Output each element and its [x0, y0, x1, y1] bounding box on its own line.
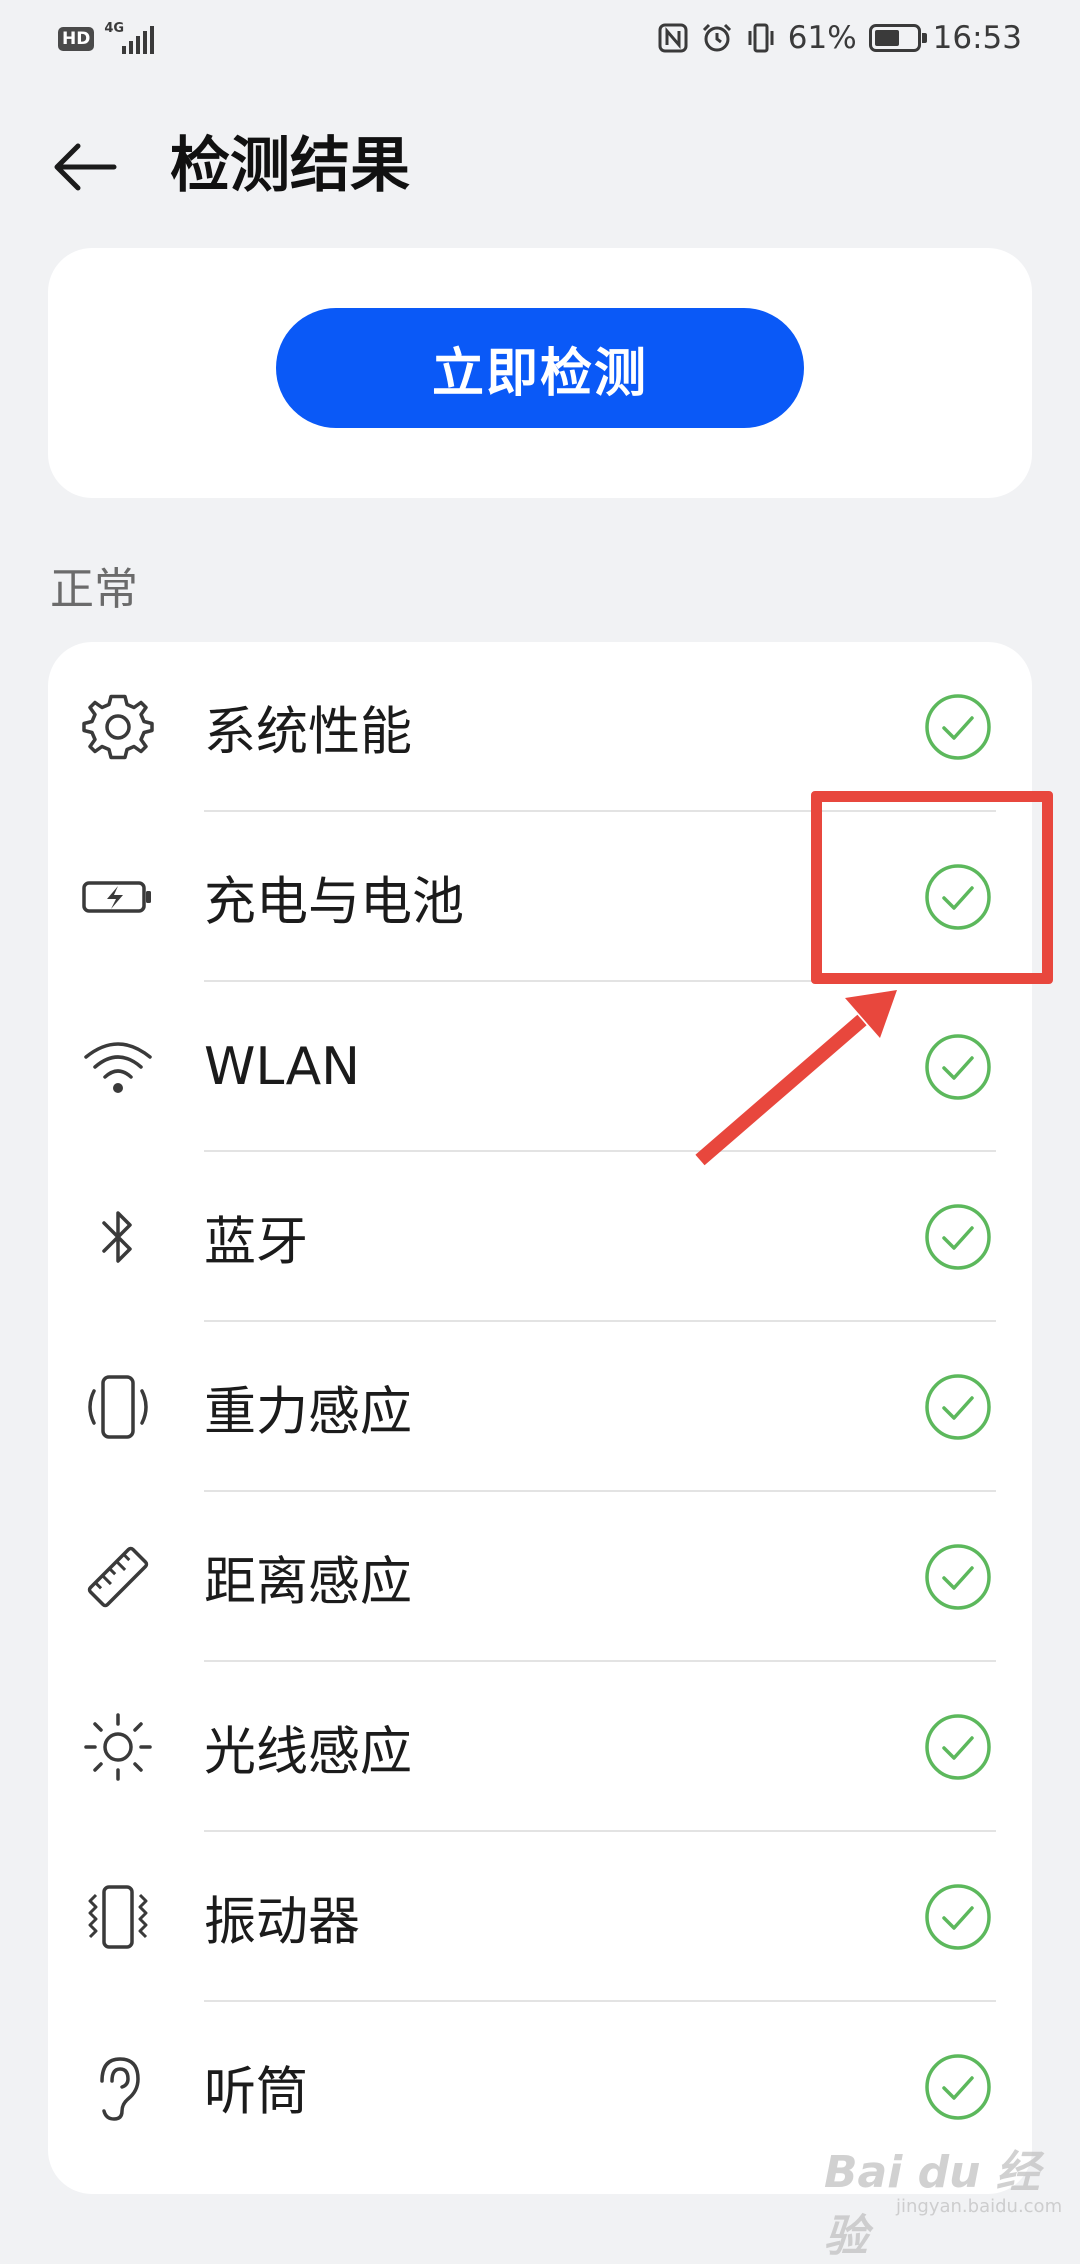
bluetooth-icon — [102, 1211, 132, 1263]
ruler-icon — [87, 1546, 149, 1608]
item-label: 重力感应 — [204, 1382, 413, 1443]
list-item[interactable]: 重力感应 — [48, 1322, 1032, 1492]
check-circle-icon — [925, 1204, 991, 1270]
check-circle-icon — [925, 2054, 991, 2120]
signal-icon: 4G — [104, 22, 156, 56]
check-circle-icon — [925, 1884, 991, 1950]
hd-badge: HD — [58, 27, 95, 51]
network-type: 4G — [104, 21, 125, 36]
status-right: 61% 16:53 — [658, 20, 1022, 56]
item-label: WLAN — [204, 1037, 361, 1097]
status-bar: HD 4G 61% 16:53 — [0, 0, 1080, 84]
page-title: 检测结果 — [170, 131, 410, 201]
check-circle-icon — [925, 1034, 991, 1100]
battery-percent: 61% — [787, 20, 857, 56]
check-circle-icon — [925, 1714, 991, 1780]
item-label: 振动器 — [204, 1892, 361, 1953]
rotate-phone-icon — [88, 1375, 148, 1439]
battery-charge-icon — [82, 881, 151, 913]
list-item[interactable]: 距离感应 — [48, 1492, 1032, 1662]
battery-icon — [868, 24, 927, 52]
alarm-icon — [702, 23, 731, 52]
vibrate-icon — [748, 23, 774, 53]
annotation-highlight-box — [811, 791, 1053, 984]
item-label: 充电与电池 — [204, 872, 465, 933]
clock: 16:53 — [932, 20, 1022, 56]
list-item[interactable]: WLAN — [48, 982, 1032, 1152]
check-circle-icon — [925, 1544, 991, 1610]
list-item[interactable]: 系统性能 — [48, 642, 1032, 812]
list-item[interactable]: 振动器 — [48, 1832, 1032, 2002]
nfc-icon — [658, 23, 688, 53]
detect-card: 立即检测 — [48, 248, 1032, 498]
sun-icon — [84, 1713, 152, 1781]
back-arrow-icon[interactable] — [48, 132, 128, 202]
list-item[interactable]: 蓝牙 — [48, 1152, 1032, 1322]
item-label: 蓝牙 — [204, 1212, 309, 1273]
watermark-url: jingyan.baidu.com — [896, 2196, 1063, 2217]
check-circle-icon — [925, 1374, 991, 1440]
check-circle-icon — [925, 694, 991, 760]
list-item[interactable]: 光线感应 — [48, 1662, 1032, 1832]
item-label: 听筒 — [204, 2062, 309, 2123]
section-label-normal: 正常 — [50, 564, 138, 615]
status-left: HD 4G — [58, 22, 156, 56]
wifi-icon — [84, 1042, 152, 1093]
vibrate-phone-icon — [88, 1885, 148, 1949]
item-label: 系统性能 — [204, 702, 413, 763]
ear-icon — [100, 2057, 140, 2121]
detect-now-button[interactable]: 立即检测 — [276, 308, 804, 428]
item-label: 光线感应 — [204, 1722, 413, 1783]
item-label: 距离感应 — [204, 1552, 413, 1613]
gear-icon — [82, 694, 154, 760]
